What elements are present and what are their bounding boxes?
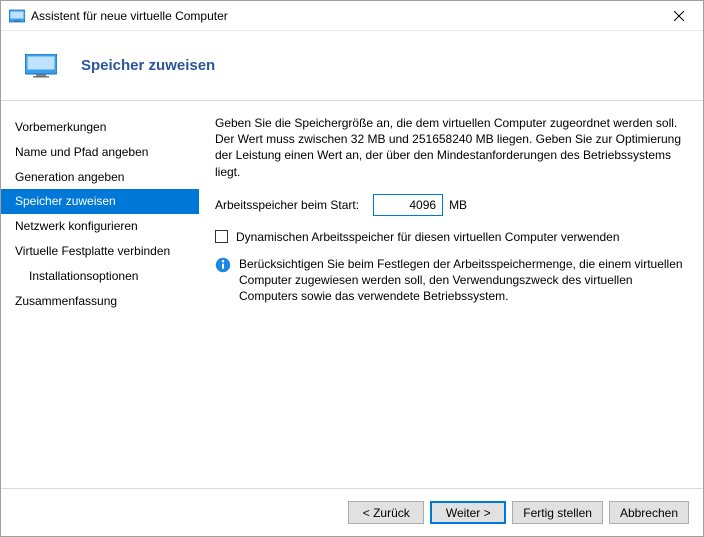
vm-icon — [25, 54, 57, 78]
memory-input[interactable] — [373, 194, 443, 216]
wizard-footer: < Zurück Weiter > Fertig stellen Abbrech… — [1, 488, 703, 536]
window-title: Assistent für neue virtuelle Computer — [31, 9, 656, 23]
memory-unit: MB — [449, 198, 467, 212]
close-button[interactable] — [656, 2, 701, 30]
main-panel: Geben Sie die Speichergröße an, die dem … — [199, 101, 703, 488]
description-text: Geben Sie die Speichergröße an, die dem … — [215, 115, 683, 180]
info-row: Berücksichtigen Sie beim Festlegen der A… — [215, 256, 683, 305]
finish-button[interactable]: Fertig stellen — [512, 501, 603, 524]
step-speicher[interactable]: Speicher zuweisen — [1, 189, 199, 214]
step-generation[interactable]: Generation angeben — [1, 165, 199, 190]
step-name-pfad[interactable]: Name und Pfad angeben — [1, 140, 199, 165]
dynamic-memory-label: Dynamischen Arbeitsspeicher für diesen v… — [236, 230, 620, 244]
dynamic-memory-row[interactable]: Dynamischen Arbeitsspeicher für diesen v… — [215, 230, 683, 244]
page-title: Speicher zuweisen — [81, 57, 215, 74]
title-bar: Assistent für neue virtuelle Computer — [1, 1, 703, 31]
wizard-header: Speicher zuweisen — [1, 31, 703, 101]
step-installationsoptionen[interactable]: Installationsoptionen — [1, 264, 199, 289]
step-festplatte[interactable]: Virtuelle Festplatte verbinden — [1, 239, 199, 264]
info-text: Berücksichtigen Sie beim Festlegen der A… — [239, 256, 683, 305]
memory-label: Arbeitsspeicher beim Start: — [215, 198, 359, 212]
wizard-window: Assistent für neue virtuelle Computer Sp… — [0, 0, 704, 537]
info-icon — [215, 257, 231, 273]
close-icon — [674, 11, 684, 21]
step-vorbemerkungen[interactable]: Vorbemerkungen — [1, 115, 199, 140]
next-button[interactable]: Weiter > — [430, 501, 506, 524]
step-netzwerk[interactable]: Netzwerk konfigurieren — [1, 214, 199, 239]
wizard-steps: Vorbemerkungen Name und Pfad angeben Gen… — [1, 101, 199, 488]
content-area: Vorbemerkungen Name und Pfad angeben Gen… — [1, 101, 703, 488]
memory-row: Arbeitsspeicher beim Start: MB — [215, 194, 683, 216]
step-zusammenfassung[interactable]: Zusammenfassung — [1, 289, 199, 314]
back-button[interactable]: < Zurück — [348, 501, 424, 524]
dynamic-memory-checkbox[interactable] — [215, 230, 228, 243]
cancel-button[interactable]: Abbrechen — [609, 501, 689, 524]
app-icon — [9, 8, 25, 24]
